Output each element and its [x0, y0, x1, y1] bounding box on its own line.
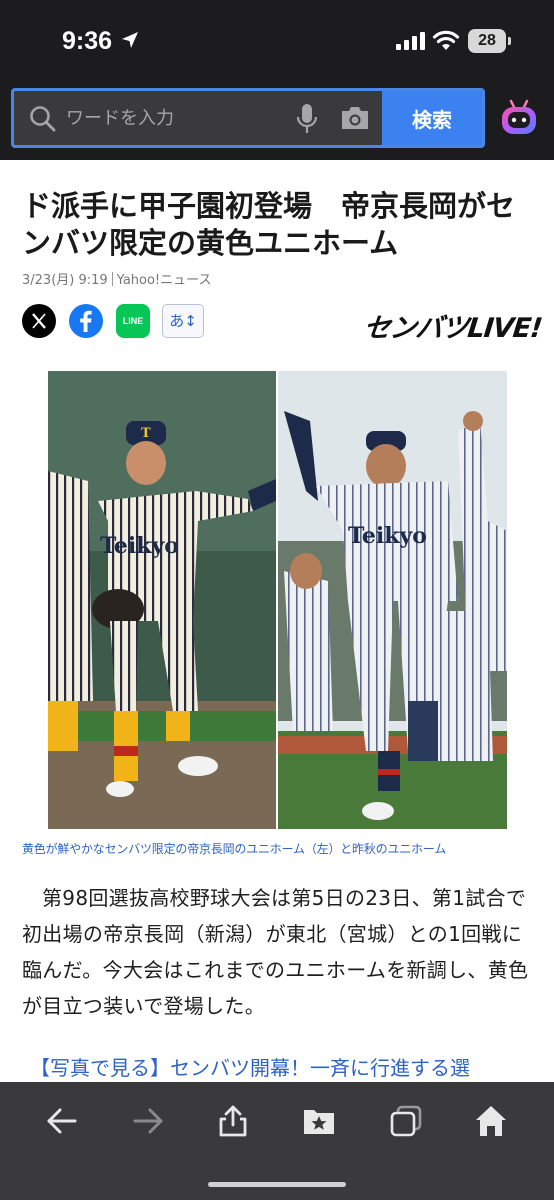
home-icon[interactable]: [474, 1104, 508, 1138]
article-photo[interactable]: T Teikyo Teikyo: [48, 371, 507, 829]
forward-arrow-icon[interactable]: [131, 1104, 165, 1138]
right-jersey-text: Teikyo: [348, 523, 427, 549]
related-photo-link[interactable]: 【写真で見る】センバツ開幕！一斉に行進する選: [30, 1052, 530, 1081]
tabs-icon[interactable]: [389, 1104, 423, 1138]
facebook-logo-icon: [80, 310, 92, 332]
article-source: Yahoo!ニュース: [116, 273, 212, 288]
status-bar: 9:36 28: [0, 0, 554, 84]
wifi-icon: [432, 30, 460, 50]
share-x-button[interactable]: [22, 304, 56, 338]
search-icon: [30, 106, 56, 132]
left-jersey-text: Teikyo: [100, 533, 179, 559]
svg-text:T: T: [141, 426, 151, 441]
search-button[interactable]: 検索: [382, 91, 482, 145]
microphone-icon[interactable]: [296, 103, 318, 135]
assistant-robot-icon[interactable]: [499, 98, 539, 138]
back-arrow-icon[interactable]: [45, 1104, 79, 1138]
font-size-button[interactable]: あ↕: [162, 304, 204, 338]
cellular-signal-icon: [396, 32, 425, 50]
status-time: 9:36: [62, 27, 113, 55]
senbatsu-live-logo: センバツLIVE!: [362, 313, 544, 344]
article-body: 第98回選抜高校野球大会は第5日の23日、第1試合で初出場の帝京長岡（新潟）が東…: [22, 886, 529, 1018]
x-logo-icon: [32, 313, 46, 329]
article-meta: 3/23(月) 9:19 Yahoo!ニュース: [22, 269, 212, 288]
location-arrow-icon: [122, 32, 138, 48]
bookmark-folder-icon[interactable]: [302, 1104, 336, 1138]
article-date: 3/23(月) 9:19: [22, 273, 108, 288]
browser-header: 9:36 28 ワードを入力 検索: [0, 0, 554, 160]
battery-cap: [508, 37, 511, 45]
baseball-players-photo: T Teikyo Teikyo: [48, 371, 507, 829]
meta-divider: [111, 272, 113, 286]
photo-caption: 黄色が鮮やかなセンバツ限定の帝京長岡のユニホーム（左）と昨秋のユニホーム: [22, 842, 447, 856]
share-line-button[interactable]: LINE: [116, 304, 150, 338]
camera-icon[interactable]: [340, 105, 370, 131]
search-bar[interactable]: 検索: [11, 88, 485, 148]
share-facebook-button[interactable]: [69, 304, 103, 338]
home-indicator: [208, 1182, 346, 1187]
line-logo-icon: LINE: [122, 316, 144, 326]
battery-indicator: 28: [468, 29, 506, 53]
share-icon[interactable]: [216, 1104, 250, 1138]
search-input[interactable]: [66, 91, 286, 145]
article-headline: ド派手に甲子園初登場 帝京長岡がセンバツ限定の黄色ユニホーム: [22, 189, 516, 260]
